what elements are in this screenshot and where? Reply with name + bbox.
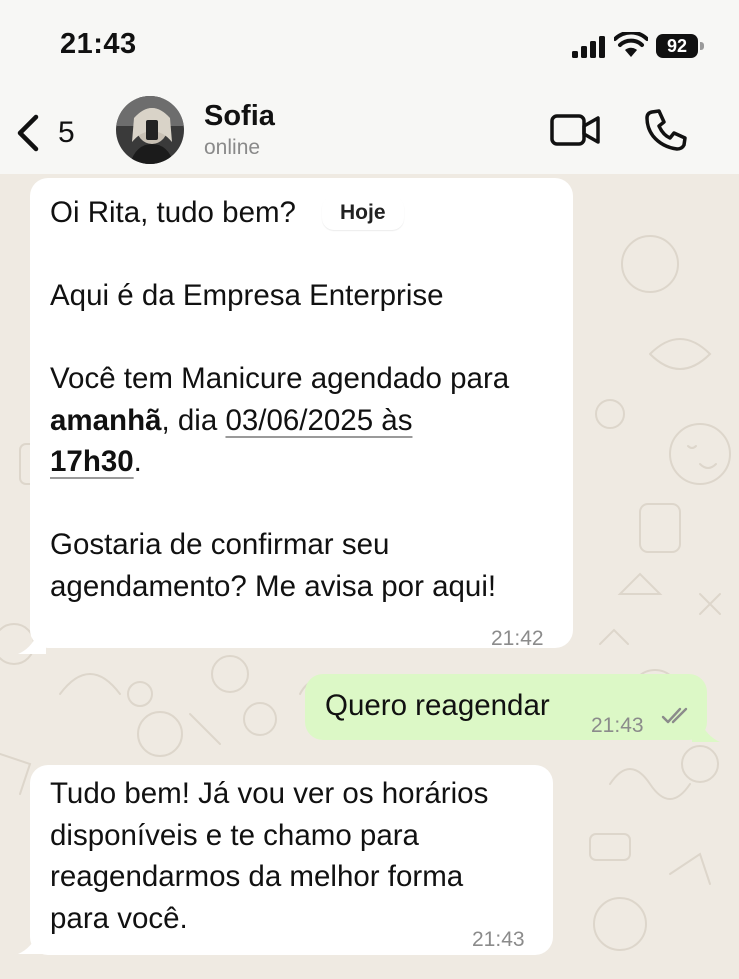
- incoming-message[interactable]: Oi Rita, tudo bem? Aqui é da Empresa Ent…: [30, 178, 573, 650]
- time-link[interactable]: 17h30: [50, 445, 134, 478]
- message-timestamp: 21:42: [491, 627, 544, 650]
- message-line: amanhã, dia 03/06/2025 às: [50, 400, 509, 442]
- video-call-icon[interactable]: [548, 108, 604, 152]
- contact-name[interactable]: Sofia: [204, 100, 275, 133]
- wifi-icon: [614, 32, 648, 57]
- avatar-photo: [116, 96, 184, 164]
- unread-count: 5: [58, 116, 75, 149]
- message-line: Você tem Manicure agendado para: [50, 362, 510, 395]
- message-line: disponíveis e te chamo para: [50, 818, 419, 852]
- incoming-message[interactable]: Tudo bem! Já vou ver os horários disponí…: [30, 765, 553, 955]
- read-receipt-icon: [661, 707, 688, 724]
- message-timestamp: 21:43: [472, 928, 525, 951]
- battery-tip: [700, 42, 704, 50]
- message-line: Tudo bem! Já vou ver os horários: [50, 777, 489, 810]
- message-timestamp: 21:43: [591, 714, 644, 737]
- message-line: agendamento? Me avisa por aqui!: [50, 569, 497, 603]
- bold-text: amanhã: [50, 403, 162, 437]
- message-text: Quero reagendar: [325, 689, 550, 722]
- back-button[interactable]: 5: [14, 110, 104, 156]
- date-link[interactable]: 03/06/2025 às: [225, 404, 412, 437]
- message-text: .: [133, 445, 142, 478]
- message-text: , dia: [161, 403, 226, 437]
- message-line: reagendarmos da melhor forma: [50, 860, 464, 893]
- back-chevron-icon: [17, 114, 39, 152]
- status-time: 21:43: [60, 28, 137, 60]
- date-pill: Hoje: [322, 196, 404, 230]
- contact-status: online: [204, 136, 261, 159]
- chat-header: 5 Sofia online: [0, 92, 739, 174]
- message-line: 17h30.: [50, 441, 509, 483]
- signal-icon: [572, 36, 605, 58]
- battery-icon: 92: [656, 34, 706, 60]
- battery-level: 92: [656, 34, 698, 58]
- message-line: Aqui é da Empresa Enterprise: [50, 279, 444, 312]
- message-line: para você.: [50, 901, 188, 935]
- status-bar: 21:43 92: [0, 0, 739, 92]
- chat-area[interactable]: Oi Rita, tudo bem? Aqui é da Empresa Ent…: [0, 174, 739, 979]
- message-line: Oi Rita, tudo bem?: [50, 196, 296, 229]
- message-line: Gostaria de confirmar seu: [50, 528, 390, 561]
- phone-icon[interactable]: [642, 106, 690, 154]
- outgoing-message[interactable]: Quero reagendar 21:43: [305, 674, 707, 740]
- avatar[interactable]: [116, 96, 184, 164]
